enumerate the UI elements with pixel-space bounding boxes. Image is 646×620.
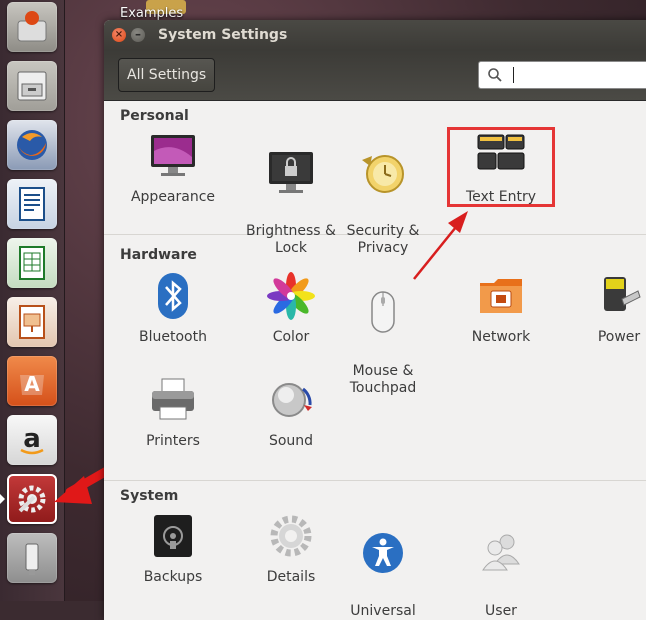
settings-item-bluetooth[interactable]: Bluetooth (114, 271, 232, 346)
launcher-item-files[interactable] (7, 61, 57, 111)
color-icon (267, 272, 315, 320)
settings-item-label: Universal Access (350, 603, 416, 619)
power-icon (604, 277, 641, 311)
settings-item-power[interactable]: Power (560, 271, 646, 346)
section-title-personal: Personal (120, 108, 189, 124)
section-title-system: System (120, 488, 179, 504)
details-icon (270, 515, 312, 557)
user-accounts-icon (482, 534, 520, 571)
all-settings-button[interactable]: All Settings (118, 58, 216, 92)
titlebar: × – System Settings (104, 20, 646, 50)
launcher-item-firefox[interactable] (7, 120, 57, 170)
toolbar: All Settings (104, 50, 646, 101)
settings-content: Personal Appearance Brightness & Lock Se… (104, 101, 646, 620)
universal-access-icon (363, 533, 403, 573)
section-system: System Backups Details Universal Access … (104, 481, 646, 620)
files-icon (17, 71, 47, 101)
settings-item-label: Mouse & Touchpad (349, 363, 417, 396)
launcher-item-writer[interactable] (7, 179, 57, 229)
settings-item-label: Network (471, 329, 531, 345)
section-hardware: Hardware Bluetooth Color Mouse & Touchpa… (104, 235, 646, 481)
system-settings-window: × – System Settings All Settings Persona… (104, 20, 646, 620)
settings-item-label: User Accounts (485, 603, 517, 619)
mouse-icon (371, 291, 395, 333)
software-center-icon: A (20, 372, 44, 396)
search-icon (488, 68, 502, 82)
security-privacy-icon (362, 155, 404, 193)
settings-item-label: Power (597, 329, 641, 345)
settings-item-backups[interactable]: Backups (114, 511, 232, 586)
calc-icon (19, 246, 45, 280)
desktop-examples-label[interactable]: Examples (120, 6, 183, 21)
search-input[interactable] (509, 65, 646, 87)
backups-icon (154, 515, 192, 557)
settings-item-sound[interactable]: Sound (232, 375, 350, 450)
minimize-button[interactable]: – (131, 28, 145, 42)
settings-item-printers[interactable]: Printers (114, 375, 232, 450)
firefox-icon (17, 130, 47, 160)
svg-text:a: a (23, 424, 41, 454)
launcher-item-impress[interactable] (7, 297, 57, 347)
settings-item-label: Sound (268, 433, 314, 449)
window-title: System Settings (158, 27, 288, 43)
launcher-item-software-center[interactable]: A (7, 356, 57, 406)
usb-drive-icon (25, 543, 39, 575)
close-button[interactable]: × (112, 28, 126, 42)
settings-item-appearance[interactable]: Appearance (114, 131, 232, 206)
bluetooth-icon (158, 273, 188, 319)
settings-item-label: Bluetooth (139, 329, 207, 345)
text-entry-highlight-box (447, 127, 555, 207)
sound-icon (272, 383, 312, 417)
settings-item-label: Color (272, 329, 310, 345)
writer-icon (19, 187, 45, 221)
search-box[interactable] (478, 61, 646, 89)
settings-item-label: Backups (143, 569, 203, 585)
appearance-icon (151, 135, 195, 176)
settings-item-label: Details (266, 569, 316, 585)
printer-icon (152, 378, 194, 420)
settings-item-user-accounts[interactable]: User Accounts (442, 511, 560, 620)
settings-item-universal-access[interactable]: Universal Access (324, 511, 442, 620)
section-title-hardware: Hardware (120, 247, 197, 263)
impress-icon (19, 305, 45, 339)
network-icon (480, 279, 522, 313)
ubuntu-software-icon (17, 11, 47, 42)
svg-text:A: A (24, 372, 40, 396)
brightness-lock-icon (269, 152, 313, 193)
settings-item-label: Printers (146, 433, 200, 449)
text-caret (513, 67, 514, 83)
launcher-item-ubuntu-software[interactable] (7, 2, 57, 52)
section-personal: Personal Appearance Brightness & Lock Se… (104, 101, 646, 256)
active-indicator (0, 494, 5, 504)
annotation-arrow-text-entry (413, 211, 468, 280)
launcher-item-usb-drive[interactable] (7, 533, 57, 583)
launcher-item-calc[interactable] (7, 238, 57, 288)
settings-item-label: Appearance (130, 189, 216, 205)
